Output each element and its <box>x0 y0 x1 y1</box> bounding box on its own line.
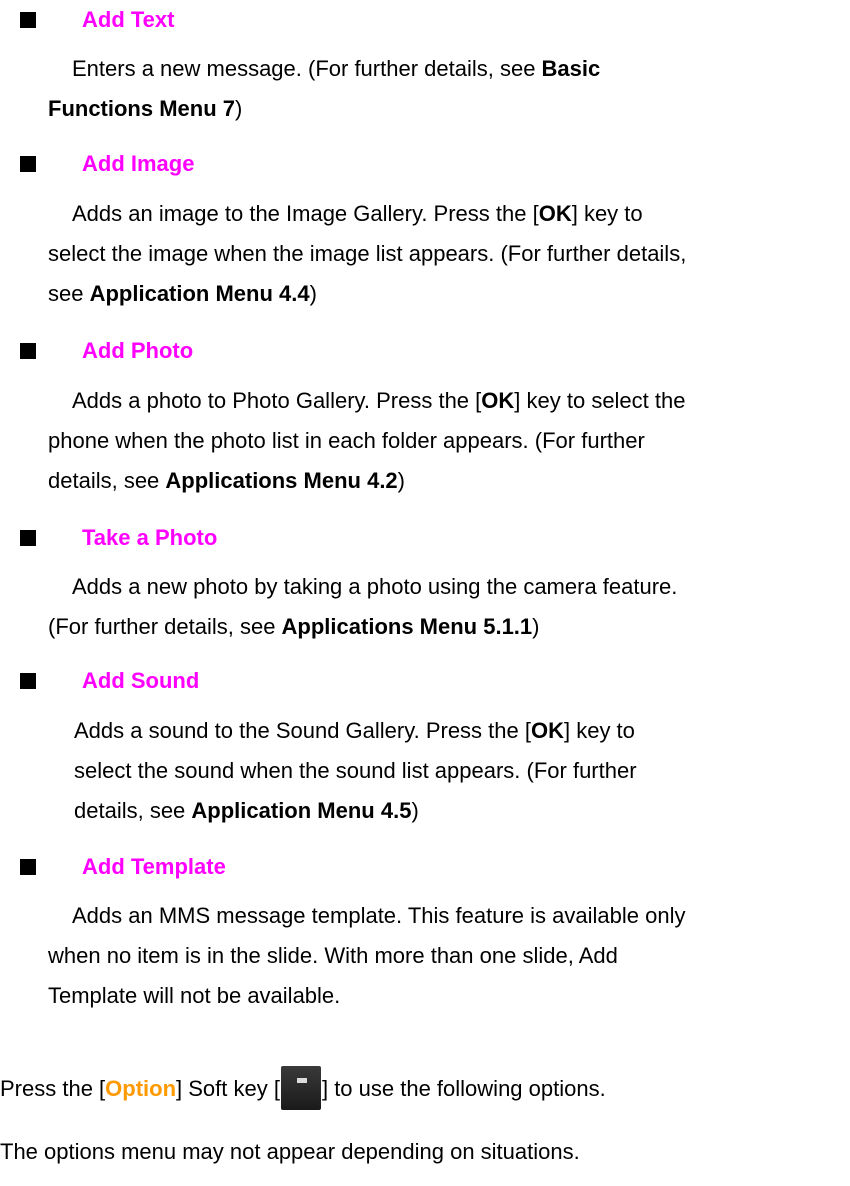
section-body-add-sound: Adds a sound to the Sound Gallery. Press… <box>74 711 830 831</box>
section-body-add-photo: Adds a photo to Photo Gallery. Press the… <box>48 381 830 501</box>
body-line: phone when the photo list in each folder… <box>48 428 645 453</box>
square-bullet-icon <box>20 156 36 172</box>
body-line: Template will not be available. <box>48 983 341 1008</box>
section-body-add-image: Adds an image to the Image Gallery. Pres… <box>48 194 830 314</box>
section-heading-add-photo: Add Photo <box>14 332 193 370</box>
square-bullet-icon <box>20 343 36 359</box>
body-line: select the sound when the sound list app… <box>74 758 637 783</box>
option-label: Option <box>105 1076 177 1101</box>
body-line: Adds an MMS message template. This featu… <box>72 903 686 928</box>
body-line: details, see Application Menu 4.5) <box>74 798 419 823</box>
section-heading-add-image: Add Image <box>14 145 194 183</box>
body-line: Adds a photo to Photo Gallery. Press the… <box>72 388 686 413</box>
square-bullet-icon <box>20 12 36 28</box>
section-heading-add-sound: Add Sound <box>14 662 199 700</box>
square-bullet-icon <box>20 859 36 875</box>
manual-page: Add Text Enters a new message. (For furt… <box>0 0 850 1186</box>
body-line: details, see Applications Menu 4.2) <box>48 468 405 493</box>
section-heading-add-text: Add Text <box>14 1 174 39</box>
body-line: when no item is in the slide. With more … <box>48 943 618 968</box>
body-line: Functions Menu 7) <box>48 96 243 121</box>
options-note: The options menu may not appear dependin… <box>0 1139 580 1164</box>
heading-text: Add Text <box>82 7 175 32</box>
body-line: select the image when the image list app… <box>48 241 687 266</box>
heading-text: Add Image <box>82 151 195 176</box>
section-body-add-text: Enters a new message. (For further detai… <box>48 49 830 129</box>
minus-softkey-icon <box>280 1066 321 1110</box>
section-heading-take-a-photo: Take a Photo <box>14 519 217 557</box>
body-line: Enters a new message. (For further detai… <box>72 56 601 81</box>
heading-text: Add Photo <box>82 338 194 363</box>
body-line: (For further details, see Applications M… <box>48 614 540 639</box>
heading-text: Add Sound <box>82 668 200 693</box>
square-bullet-icon <box>20 673 36 689</box>
body-line: Adds an image to the Image Gallery. Pres… <box>72 201 643 226</box>
heading-text: Take a Photo <box>82 525 218 550</box>
body-line: see Application Menu 4.4) <box>48 281 317 306</box>
heading-text: Add Template <box>82 854 226 879</box>
body-line: Adds a sound to the Sound Gallery. Press… <box>74 718 635 743</box>
section-body-add-template: Adds an MMS message template. This featu… <box>48 896 830 1016</box>
square-bullet-icon <box>20 530 36 546</box>
section-heading-add-template: Add Template <box>14 848 226 886</box>
body-line: Adds a new photo by taking a photo using… <box>72 574 678 599</box>
option-instruction: Press the [Option] Soft key [] to use th… <box>0 1066 606 1110</box>
section-body-take-a-photo: Adds a new photo by taking a photo using… <box>48 567 830 647</box>
